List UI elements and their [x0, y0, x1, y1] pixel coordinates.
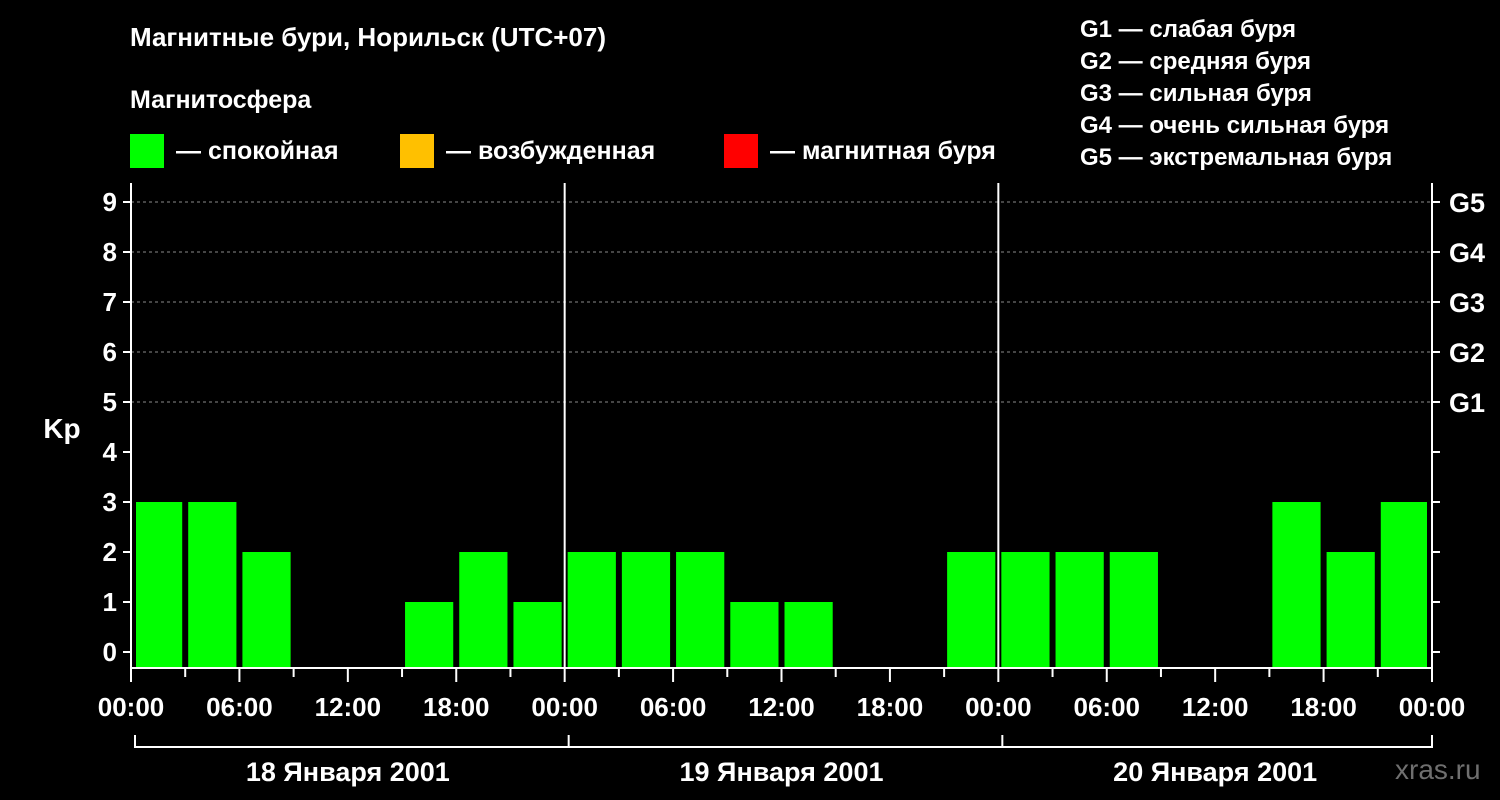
- x-tick-label: 00:00: [531, 692, 598, 722]
- day-label: 19 Января 2001: [680, 757, 884, 787]
- x-tick-label: 12:00: [315, 692, 382, 722]
- kp-bar-chart: 0 1 2 3 4 5 6 7 8 9 G1 G2 G3 G4 G5 Kp 00:00 06:00 12:00 18:…: [43, 183, 1485, 787]
- kp-bar: [1380, 502, 1427, 668]
- kp-bar: [405, 602, 454, 668]
- kp-bar: [188, 502, 237, 668]
- kp-bar: [730, 602, 779, 668]
- x-tick-label: 18:00: [1290, 692, 1357, 722]
- g-level-label: G3: [1449, 288, 1485, 318]
- x-tick-label: 18:00: [857, 692, 924, 722]
- y-tick-label: 4: [103, 437, 118, 467]
- y-tick-label: 3: [103, 487, 117, 517]
- kp-bar: [1109, 552, 1158, 668]
- y-axis-label: Kp: [43, 413, 80, 444]
- x-tick-label: 06:00: [640, 692, 707, 722]
- x-tick-label: 12:00: [1182, 692, 1249, 722]
- x-tick-label: 00:00: [1399, 692, 1466, 722]
- kp-bar: [1326, 552, 1375, 668]
- kp-bar: [1055, 552, 1104, 668]
- x-tick-label: 06:00: [1074, 692, 1141, 722]
- y-tick-label: 1: [103, 587, 117, 617]
- x-tick-label: 12:00: [748, 692, 815, 722]
- day-label: 18 Января 2001: [246, 757, 450, 787]
- y-tick-label: 5: [103, 387, 117, 417]
- y-tick-label: 2: [103, 537, 117, 567]
- x-tick-label: 00:00: [98, 692, 165, 722]
- x-tick-label: 00:00: [965, 692, 1032, 722]
- y-tick-label: 0: [103, 637, 117, 667]
- kp-bar: [459, 552, 508, 668]
- g-level-label: G5: [1449, 188, 1485, 218]
- kp-bar: [242, 552, 291, 668]
- y-tick-label: 9: [103, 187, 117, 217]
- g-level-label: G2: [1449, 338, 1485, 368]
- kp-bar: [1001, 552, 1050, 668]
- x-tick-label: 06:00: [206, 692, 273, 722]
- day-label: 20 Января 2001: [1113, 757, 1317, 787]
- kp-bar: [621, 552, 671, 668]
- y-tick-label: 6: [103, 337, 117, 367]
- kp-bar: [784, 602, 833, 668]
- g-level-label: G1: [1449, 388, 1485, 418]
- x-tick-label: 18:00: [423, 692, 490, 722]
- kp-bar: [136, 502, 183, 668]
- kp-bar: [947, 552, 996, 668]
- kp-bar: [567, 552, 616, 668]
- watermark: xras.ru: [1395, 754, 1481, 785]
- kp-bar: [513, 602, 562, 668]
- y-tick-label: 8: [103, 237, 117, 267]
- y-tick-label: 7: [103, 287, 117, 317]
- kp-bar: [1272, 502, 1321, 668]
- kp-bar: [676, 552, 725, 668]
- g-level-label: G4: [1449, 238, 1485, 268]
